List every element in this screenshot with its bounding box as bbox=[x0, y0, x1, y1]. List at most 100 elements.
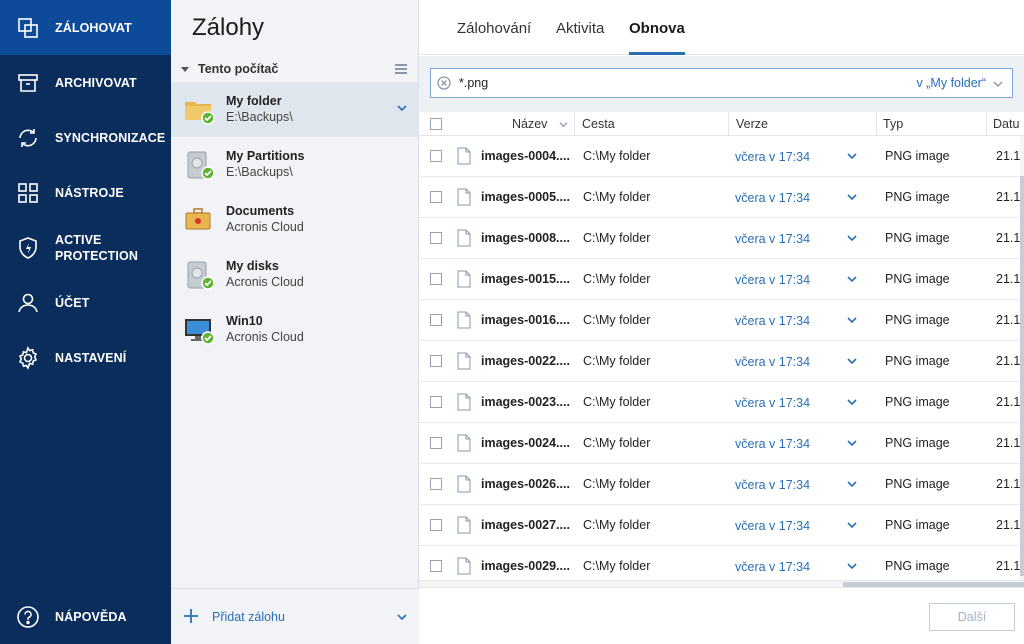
nav-item-settings[interactable]: NASTAVENÍ bbox=[0, 330, 171, 385]
chevron-down-icon[interactable] bbox=[847, 274, 857, 284]
column-divider[interactable] bbox=[728, 112, 729, 136]
table-row[interactable]: images-0022.... C:\My folder včera v 17:34… bbox=[419, 341, 1024, 382]
table-row[interactable]: images-0015.... C:\My folder včera v 17:34… bbox=[419, 259, 1024, 300]
file-type: PNG image bbox=[885, 477, 950, 491]
nav-label: NÁPOVĚDA bbox=[55, 609, 127, 624]
row-checkbox[interactable] bbox=[430, 560, 442, 572]
select-all-checkbox[interactable] bbox=[430, 118, 442, 130]
table-row[interactable]: images-0008.... C:\My folder včera v 17:34… bbox=[419, 218, 1024, 259]
file-version[interactable]: včera v 17:34 bbox=[735, 191, 810, 205]
chevron-down-icon[interactable] bbox=[847, 479, 857, 489]
row-checkbox[interactable] bbox=[430, 150, 442, 162]
monitor-icon bbox=[183, 314, 215, 346]
column-version[interactable]: Verze bbox=[736, 117, 768, 131]
row-checkbox[interactable] bbox=[430, 191, 442, 203]
tab-activity[interactable]: Aktivita bbox=[556, 20, 604, 37]
file-version[interactable]: včera v 17:34 bbox=[735, 314, 810, 328]
add-backup-button[interactable]: Přidat zálohu bbox=[212, 610, 285, 624]
vertical-scrollbar[interactable] bbox=[1020, 136, 1024, 580]
backup-item-documents[interactable]: Documents Acronis Cloud bbox=[171, 192, 419, 247]
file-version[interactable]: včera v 17:34 bbox=[735, 478, 810, 492]
chevron-down-icon[interactable] bbox=[847, 315, 857, 325]
file-path: C:\My folder bbox=[583, 477, 651, 491]
file-version[interactable]: včera v 17:34 bbox=[735, 150, 810, 164]
chevron-down-icon[interactable] bbox=[397, 103, 407, 113]
chevron-down-icon[interactable] bbox=[847, 192, 857, 202]
nav-item-account[interactable]: ÚČET bbox=[0, 275, 171, 330]
nav-item-archive[interactable]: ARCHIVOVAT bbox=[0, 55, 171, 110]
chevron-down-icon[interactable] bbox=[847, 561, 857, 571]
row-checkbox[interactable] bbox=[430, 314, 442, 326]
file-icon bbox=[457, 516, 471, 534]
search-input[interactable]: *.png v „My folder“ bbox=[430, 68, 1013, 98]
file-version[interactable]: včera v 17:34 bbox=[735, 437, 810, 451]
chevron-down-icon[interactable] bbox=[847, 356, 857, 366]
row-checkbox[interactable] bbox=[430, 519, 442, 531]
file-version[interactable]: včera v 17:34 bbox=[735, 560, 810, 574]
clear-search-icon[interactable] bbox=[437, 76, 451, 90]
nav-item-active-protection[interactable]: ACTIVE PROTECTION bbox=[0, 220, 171, 275]
column-divider[interactable] bbox=[574, 112, 575, 136]
file-path: C:\My folder bbox=[583, 149, 651, 163]
chevron-down-icon[interactable] bbox=[397, 612, 407, 622]
column-name[interactable]: Název bbox=[512, 117, 547, 131]
table-row[interactable]: images-0004.... C:\My folder včera v 17:34… bbox=[419, 136, 1024, 177]
row-checkbox[interactable] bbox=[430, 232, 442, 244]
horizontal-scrollbar[interactable] bbox=[419, 580, 1024, 587]
nav-item-sync[interactable]: SYNCHRONIZACE bbox=[0, 110, 171, 165]
file-name: images-0027.... bbox=[481, 518, 570, 532]
table-row[interactable]: images-0029.... C:\My folder včera v 17:34… bbox=[419, 546, 1024, 580]
tab-recovery[interactable]: Obnova bbox=[629, 20, 685, 37]
row-checkbox[interactable] bbox=[430, 396, 442, 408]
backup-name: Win10 bbox=[226, 314, 263, 328]
backup-item-my-folder[interactable]: My folder E:\Backups\ bbox=[171, 82, 419, 137]
table-row[interactable]: images-0005.... C:\My folder včera v 17:34… bbox=[419, 177, 1024, 218]
plus-icon[interactable] bbox=[183, 608, 199, 624]
file-version[interactable]: včera v 17:34 bbox=[735, 273, 810, 287]
nav-item-tools[interactable]: NÁSTROJE bbox=[0, 165, 171, 220]
footer-bar: Další bbox=[419, 587, 1024, 644]
table-row[interactable]: images-0023.... C:\My folder včera v 17:34… bbox=[419, 382, 1024, 423]
next-button[interactable]: Další bbox=[929, 603, 1015, 631]
column-divider[interactable] bbox=[876, 112, 877, 136]
table-row[interactable]: images-0024.... C:\My folder včera v 17:34… bbox=[419, 423, 1024, 464]
section-header[interactable]: Tento počítač bbox=[181, 62, 278, 76]
column-type[interactable]: Typ bbox=[883, 117, 903, 131]
table-row[interactable]: images-0027.... C:\My folder včera v 17:34… bbox=[419, 505, 1024, 546]
row-checkbox[interactable] bbox=[430, 273, 442, 285]
chevron-down-icon[interactable] bbox=[847, 438, 857, 448]
backup-item-my-partitions[interactable]: My Partitions E:\Backups\ bbox=[171, 137, 419, 192]
file-version[interactable]: včera v 17:34 bbox=[735, 519, 810, 533]
column-path[interactable]: Cesta bbox=[582, 117, 615, 131]
backup-item-my-disks[interactable]: My disks Acronis Cloud bbox=[171, 247, 419, 302]
file-version[interactable]: včera v 17:34 bbox=[735, 355, 810, 369]
file-icon bbox=[457, 557, 471, 575]
sort-chevron-icon[interactable] bbox=[559, 120, 568, 129]
chevron-down-icon[interactable] bbox=[847, 151, 857, 161]
tools-icon bbox=[16, 181, 40, 205]
file-date: 21.1 bbox=[996, 436, 1021, 450]
file-name: images-0015.... bbox=[481, 272, 570, 286]
table-row[interactable]: images-0016.... C:\My folder včera v 17:34… bbox=[419, 300, 1024, 341]
row-checkbox[interactable] bbox=[430, 355, 442, 367]
chevron-down-icon[interactable] bbox=[847, 233, 857, 243]
row-checkbox[interactable] bbox=[430, 478, 442, 490]
file-version[interactable]: včera v 17:34 bbox=[735, 232, 810, 246]
file-date: 21.1 bbox=[996, 272, 1021, 286]
nav-item-help[interactable]: NÁPOVĚDA bbox=[0, 589, 171, 644]
table-row[interactable]: images-0026.... C:\My folder včera v 17:34… bbox=[419, 464, 1024, 505]
row-checkbox[interactable] bbox=[430, 437, 442, 449]
search-scope[interactable]: v „My folder“ bbox=[917, 76, 986, 90]
chevron-down-icon[interactable] bbox=[847, 397, 857, 407]
tab-backup[interactable]: Zálohování bbox=[457, 20, 531, 37]
chevron-down-icon[interactable] bbox=[993, 79, 1003, 89]
file-path: C:\My folder bbox=[583, 559, 651, 573]
list-menu-icon[interactable] bbox=[395, 64, 407, 74]
column-divider[interactable] bbox=[986, 112, 987, 136]
file-version[interactable]: včera v 17:34 bbox=[735, 396, 810, 410]
backup-item-win10[interactable]: Win10 Acronis Cloud bbox=[171, 302, 419, 357]
nav-item-backup[interactable]: ZÁLOHOVAT bbox=[0, 0, 171, 55]
chevron-down-icon[interactable] bbox=[847, 520, 857, 530]
file-date: 21.1 bbox=[996, 477, 1021, 491]
column-date[interactable]: Datu bbox=[993, 117, 1019, 131]
